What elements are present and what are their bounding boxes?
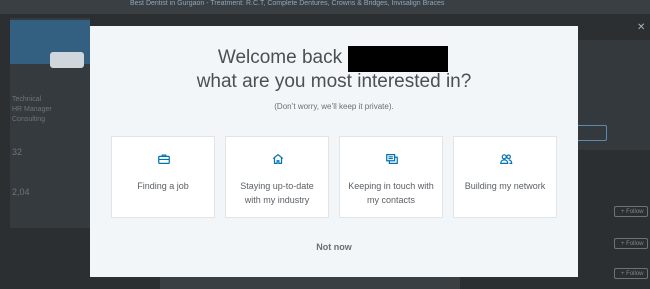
interest-modal: Welcome back what are you most intereste… — [90, 26, 578, 277]
option-label: Finding a job — [137, 181, 189, 191]
close-icon[interactable]: ✕ — [637, 22, 645, 33]
option-label: Staying up-to-date with my industry — [240, 181, 314, 205]
option-industry[interactable]: Staying up-to-date with my industry — [225, 136, 329, 218]
title-line-1: Welcome back — [217, 47, 343, 68]
home-icon — [226, 152, 330, 166]
option-label: Keeping in touch with my contacts — [348, 181, 434, 205]
follow-button[interactable]: + Follow — [614, 206, 648, 217]
option-finding-job[interactable]: Finding a job — [111, 136, 215, 218]
title-line-2: what are you most interested in? — [196, 71, 472, 92]
modal-title: Welcome back what are you most intereste… — [90, 46, 578, 94]
not-now-button[interactable]: Not now — [90, 242, 578, 252]
option-label: Building my network — [464, 181, 546, 191]
briefcase-icon — [112, 152, 216, 166]
company-logo — [50, 52, 84, 68]
profile-line: Technical — [12, 96, 42, 103]
profile-stat: 32 — [12, 147, 23, 157]
modal-subtitle: (Don’t worry, we’ll keep it private). — [274, 102, 394, 111]
profile-line: Consulting — [12, 116, 46, 123]
follow-button[interactable]: + Follow — [614, 268, 648, 279]
redacted-name — [348, 46, 448, 72]
people-icon — [454, 152, 558, 166]
feed-post — [160, 277, 460, 289]
profile-line: HR Manager — [12, 106, 52, 113]
follow-button[interactable]: + Follow — [614, 238, 648, 249]
option-contacts[interactable]: Keeping in touch with my contacts — [339, 136, 443, 218]
ad-text[interactable]: Best Dentist in Gurgaon - Treatment: R.C… — [130, 0, 444, 8]
option-network[interactable]: Building my network — [453, 136, 557, 218]
profile-stat: 2,04 — [12, 187, 30, 197]
right-rail-button[interactable] — [575, 125, 607, 141]
messages-icon — [340, 152, 444, 166]
